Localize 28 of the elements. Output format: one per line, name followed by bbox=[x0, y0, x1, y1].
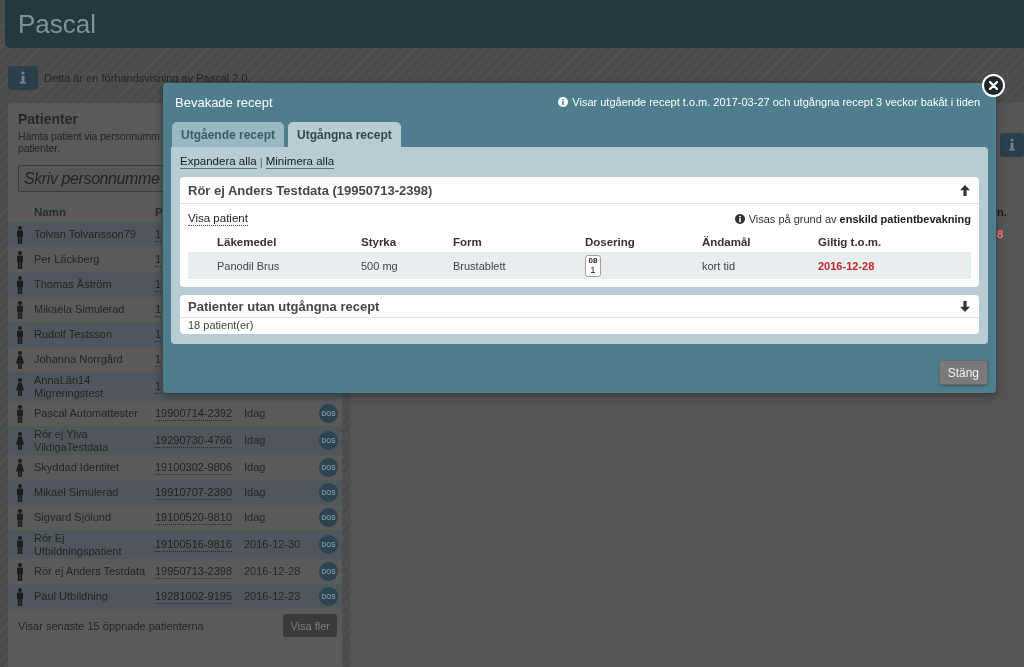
column-header: Läkemedel bbox=[216, 236, 277, 248]
column-header: n. bbox=[997, 206, 1007, 218]
column-header: Form bbox=[453, 236, 482, 248]
patient-name: Rör Ej Utbildningspatient bbox=[34, 531, 123, 558]
dialog-info-text: Visar utgående recept t.o.m. 2017-03-27 och utgångna recept 3 veckor bakåt i tiden bbox=[572, 96, 980, 108]
dialog-title: Bevakade recept bbox=[175, 94, 273, 110]
card-title: Patienter utan utgångna recept bbox=[188, 298, 380, 314]
app-title: Pascal bbox=[18, 8, 97, 40]
table-cell: 8 bbox=[997, 228, 1004, 240]
patient-name: Paul Utbildning bbox=[34, 590, 109, 603]
column-header: Ändamål bbox=[702, 236, 751, 248]
patient-name: AnnaLän14 Migreringstest bbox=[34, 373, 105, 400]
note-text: Visas på grund av enskild patientbevakning bbox=[748, 213, 971, 225]
column-header: Giltig t.o.m. bbox=[818, 236, 882, 248]
column-header: Styrka bbox=[361, 236, 397, 248]
column-header: Dosering bbox=[585, 236, 635, 248]
dosage-amount: 1 bbox=[590, 264, 596, 275]
table-cell: Brustablett bbox=[453, 259, 506, 272]
dosage-time: 08 bbox=[588, 256, 598, 265]
separator: | bbox=[259, 156, 263, 168]
patient-count: 18 patient(er) bbox=[187, 318, 255, 333]
patient-name: Tolvan Tolvansson79 bbox=[34, 228, 137, 241]
card-title: Rör ej Anders Testdata (19950713-2398) bbox=[188, 182, 433, 198]
table-cell: kort tid bbox=[702, 259, 735, 272]
table-cell: 500 mg bbox=[361, 259, 398, 272]
table-cell: 2016-12-28 bbox=[818, 259, 875, 272]
patient-name: Mikael Simulerad bbox=[34, 486, 120, 499]
table-cell: Panodil Brus bbox=[217, 259, 280, 272]
